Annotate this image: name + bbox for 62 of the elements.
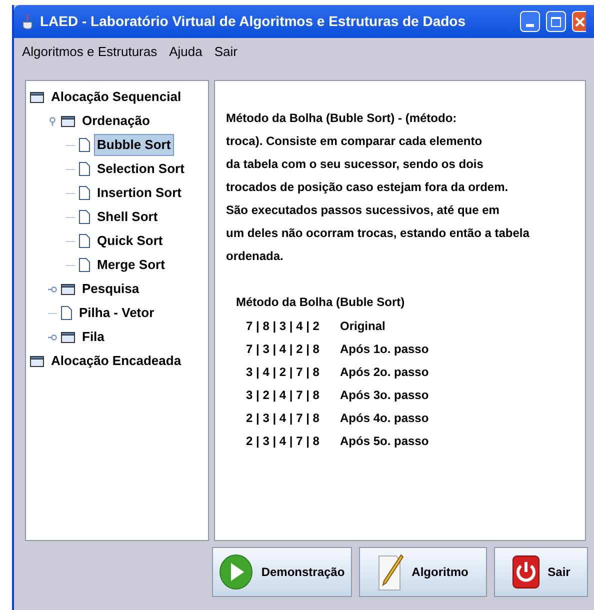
description-text: da tabela com o seu sucessor, sendo os dois (226, 156, 484, 173)
folder-icon (61, 283, 75, 295)
tree-item[interactable]: Bubble Sort (94, 134, 174, 156)
array-values: 2 | 3 | 4 | 7 | 8 (246, 432, 320, 450)
window-title: LAED - Laboratório Virtual de Algoritmos e Estruturas de Dados (40, 12, 467, 31)
tree-item[interactable]: Pilha - Vetor (76, 302, 158, 324)
close-button[interactable] (572, 11, 586, 32)
document-icon (79, 186, 90, 200)
description-text: um deles não ocorram trocas, estando então a tabela (226, 225, 530, 242)
folder-icon (30, 355, 44, 367)
folder-icon (61, 331, 75, 343)
pencil-on-paper-icon (378, 553, 404, 591)
step-label: Após 1o. passo (340, 340, 429, 358)
description-text: ordenada. (226, 248, 284, 265)
array-values: 7 | 3 | 4 | 2 | 8 (246, 340, 320, 358)
document-icon (79, 234, 90, 248)
document-icon (61, 306, 72, 320)
tree-item[interactable]: Shell Sort (94, 206, 161, 228)
maximize-button[interactable] (546, 11, 566, 32)
step-label: Após 3o. passo (340, 386, 429, 404)
close-icon (574, 16, 584, 26)
tree-item[interactable]: Quick Sort (94, 230, 166, 252)
folder-icon (61, 115, 75, 127)
tree-item[interactable]: Ordenação (79, 110, 153, 132)
tree-item[interactable]: Insertion Sort (94, 182, 185, 204)
toolbar-button[interactable]: Algoritmo (359, 547, 487, 597)
menu-item[interactable]: Algoritmos e Estruturas (22, 42, 158, 62)
document-icon (79, 210, 90, 224)
description-text: São executados passos sucessivos, até que em (226, 202, 500, 219)
power-icon (512, 555, 540, 589)
step-label: Original (340, 318, 386, 334)
collapsed-handle-icon[interactable] (48, 284, 57, 294)
array-values: 2 | 3 | 4 | 7 | 8 (246, 410, 320, 426)
step-label: Após 4o. passo (340, 410, 429, 426)
tree-item[interactable]: Alocação Encadeada (48, 350, 184, 372)
collapsed-handle-icon[interactable] (48, 332, 57, 342)
description-text: Método da Bolha (Buble Sort) - (método: (226, 110, 458, 127)
expanded-handle-icon[interactable] (48, 116, 57, 126)
description-text: troca). Consiste em comparar cada elemento (226, 133, 484, 150)
array-values: 3 | 4 | 2 | 7 | 8 (246, 364, 320, 380)
toolbar-button[interactable]: Demonstração (212, 547, 352, 597)
step-label: Após 5o. passo (340, 432, 429, 450)
tree-item[interactable]: Alocação Sequencial (48, 86, 184, 108)
step-label: Após 2o. passo (340, 364, 429, 380)
toolbar-button[interactable]: Sair (494, 547, 588, 597)
document-icon (79, 138, 90, 152)
menu-item[interactable]: Ajuda (169, 42, 202, 62)
example-title: Método da Bolha (Buble Sort) (236, 294, 406, 311)
minimize-button[interactable] (520, 11, 540, 32)
tree-item[interactable]: Selection Sort (94, 158, 188, 180)
document-icon (79, 162, 90, 176)
menu-item[interactable]: Sair (214, 42, 238, 62)
tree-item[interactable]: Fila (79, 326, 108, 348)
play-icon (219, 554, 254, 590)
description-text: trocados de posição caso estejam fora da ordem. (226, 179, 510, 196)
tree-item[interactable]: Merge Sort (94, 254, 168, 276)
array-values: 7 | 8 | 3 | 4 | 2 (246, 318, 320, 334)
document-icon (79, 258, 90, 272)
array-values: 3 | 2 | 4 | 7 | 8 (246, 386, 320, 404)
tree-item[interactable]: Pesquisa (79, 278, 142, 300)
coffee-cup-icon (22, 14, 34, 30)
folder-icon (30, 91, 44, 103)
